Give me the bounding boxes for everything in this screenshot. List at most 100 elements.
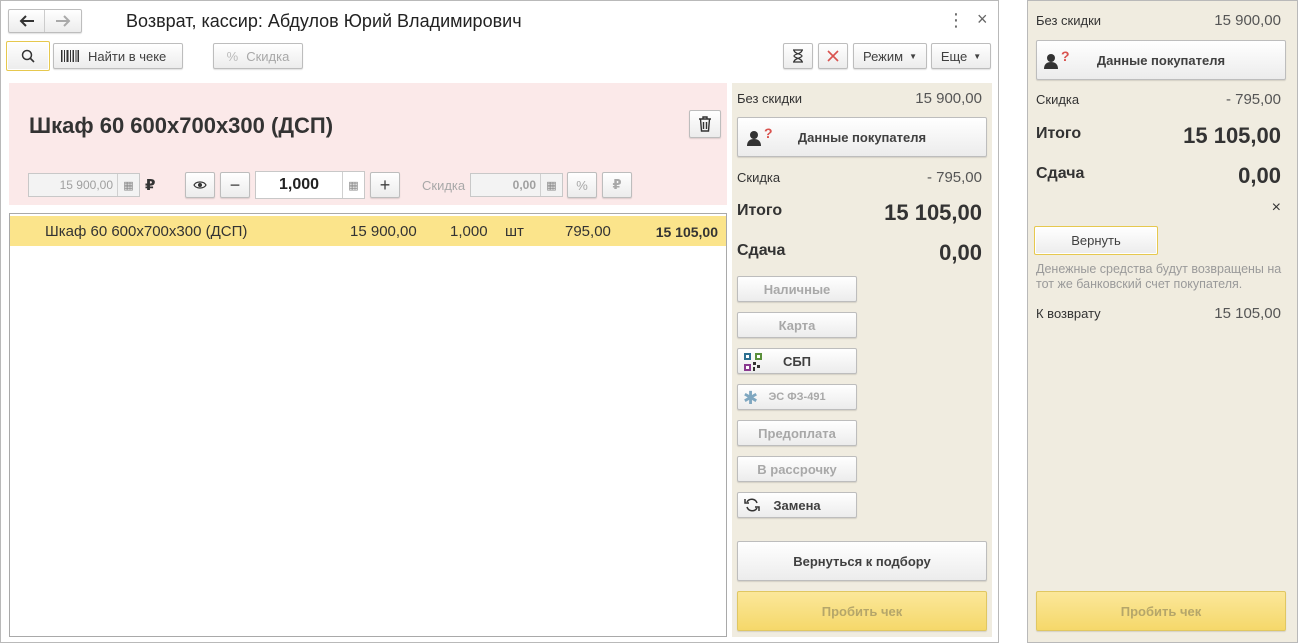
find-in-receipt-label: Найти в чеке	[88, 48, 167, 64]
no-discount-label: Без скидки	[737, 91, 803, 106]
search-button[interactable]	[6, 41, 50, 71]
ruble-icon: ₽	[612, 177, 622, 192]
es-fz-label: ЭС ФЗ-491	[768, 391, 826, 403]
installment-label: В рассрочку	[757, 461, 837, 477]
barcode-icon	[61, 50, 79, 62]
prepayment-button[interactable]: Предоплата	[737, 420, 857, 446]
svg-text:?: ?	[764, 127, 773, 141]
items-table: Шкаф 60 600x700x300 (ДСП) 15 900,00 1,00…	[9, 213, 727, 637]
main-window: Возврат, кассир: Абдулов Юрий Владимиров…	[0, 0, 999, 643]
installment-button[interactable]: В рассрочку	[737, 456, 857, 482]
view-button[interactable]	[185, 172, 215, 198]
return-button[interactable]: Вернуть	[1034, 226, 1158, 255]
ruble-discount-button[interactable]: ₽	[602, 172, 632, 198]
discount-total-value: - 795,00	[926, 169, 982, 186]
quantity-field[interactable]: 1,000 ▦	[255, 171, 365, 199]
close-icon[interactable]: ×	[1272, 199, 1281, 217]
arrow-right-icon	[56, 15, 71, 27]
hourglass-button[interactable]	[783, 43, 813, 69]
row-item-name: Шкаф 60 600x700x300 (ДСП)	[45, 223, 248, 240]
more-vertical-icon[interactable]: ⋮	[947, 10, 965, 31]
card-label: Карта	[778, 317, 816, 333]
user-question-icon: ?	[1043, 50, 1071, 70]
card-button[interactable]: Карта	[737, 312, 857, 338]
side-total-value: 15 105,00	[1183, 123, 1281, 148]
discount-field[interactable]: 0,00 ▦	[470, 173, 563, 197]
side-total-label: Итого	[1036, 125, 1082, 142]
side-discount-label: Скидка	[1036, 92, 1080, 107]
mode-dropdown[interactable]: Режим ▼	[853, 43, 927, 69]
back-button[interactable]	[9, 10, 45, 32]
cash-button[interactable]: Наличные	[737, 276, 857, 302]
customer-data-button[interactable]: ? Данные покупателя	[737, 117, 987, 157]
chevron-down-icon: ▼	[909, 51, 917, 61]
return-note: Денежные средства будут возвращены на то…	[1036, 262, 1282, 291]
side-print-receipt-label: Пробить чек	[1120, 603, 1202, 619]
find-in-receipt-button[interactable]: Найти в чеке	[53, 43, 183, 69]
row-item-price: 15 900,00	[350, 223, 417, 240]
calculator-icon[interactable]: ▦	[540, 174, 562, 196]
print-receipt-label: Пробить чек	[821, 603, 903, 619]
side-customer-data-button[interactable]: ? Данные покупателя	[1036, 40, 1286, 80]
close-icon[interactable]: ×	[977, 9, 988, 30]
side-print-receipt-button[interactable]: Пробить чек	[1036, 591, 1286, 631]
more-label: Еще	[940, 48, 968, 64]
customer-data-label: Данные покупателя	[797, 129, 927, 145]
es-fz-button[interactable]: ✱ ЭС ФЗ-491	[737, 384, 857, 410]
row-item-total: 15 105,00	[655, 224, 718, 240]
delete-button[interactable]	[689, 110, 721, 138]
side-discount-value: - 795,00	[1225, 91, 1281, 108]
print-receipt-button[interactable]: Пробить чек	[737, 591, 987, 631]
discount-value: 0,00	[512, 178, 536, 192]
calculator-icon[interactable]: ▦	[342, 172, 364, 198]
back-to-selection-label: Вернуться к подбору	[793, 553, 931, 569]
no-discount-value: 15 900,00	[915, 90, 982, 107]
return-side-panel: Без скидки 15 900,00 ? Данные покупателя…	[1027, 0, 1298, 643]
discount-label: Скидка	[422, 178, 466, 193]
change-value: 0,00	[939, 240, 982, 265]
mode-label: Режим	[862, 48, 904, 64]
sbp-button[interactable]: СБП	[737, 348, 857, 374]
side-no-discount-label: Без скидки	[1036, 13, 1102, 28]
back-to-selection-button[interactable]: Вернуться к подбору	[737, 541, 987, 581]
table-row[interactable]: Шкаф 60 600x700x300 (ДСП) 15 900,00 1,00…	[10, 216, 726, 246]
calculator-icon[interactable]: ▦	[117, 174, 139, 196]
to-return-value: 15 105,00	[1214, 305, 1281, 322]
discount-button-label: Скидка	[246, 48, 290, 64]
side-customer-data-label: Данные покупателя	[1096, 52, 1226, 68]
sbp-label: СБП	[782, 353, 812, 369]
replace-button[interactable]: Замена	[737, 492, 857, 518]
product-card: Шкаф 60 600x700x300 (ДСП) 15 900,00 ▦ ₽ …	[9, 83, 727, 205]
total-label: Итого	[737, 202, 783, 219]
cash-label: Наличные	[763, 281, 831, 297]
side-change-label: Сдача	[1036, 165, 1085, 182]
change-label: Сдача	[737, 242, 786, 259]
nav-group	[8, 9, 82, 33]
replace-label: Замена	[773, 497, 821, 513]
snowflake-icon: ✱	[743, 388, 759, 408]
return-label: Вернуть	[1071, 233, 1121, 248]
cancel-button[interactable]	[818, 43, 848, 69]
forward-button[interactable]	[45, 10, 81, 32]
hourglass-icon	[793, 49, 803, 63]
currency-symbol: ₽	[145, 177, 156, 194]
side-change-value: 0,00	[1238, 163, 1281, 188]
product-name: Шкаф 60 600x700x300 (ДСП)	[29, 113, 334, 138]
qr-code-icon	[744, 353, 762, 371]
percent-icon: %	[226, 48, 239, 64]
price-field[interactable]: 15 900,00 ▦	[28, 173, 140, 197]
row-item-unit: шт	[505, 223, 524, 240]
side-no-discount-value: 15 900,00	[1214, 12, 1281, 29]
discount-total-label: Скидка	[737, 170, 781, 185]
window-title: Возврат, кассир: Абдулов Юрий Владимиров…	[126, 11, 522, 31]
increase-quantity-button[interactable]: +	[370, 172, 400, 198]
more-dropdown[interactable]: Еще ▼	[931, 43, 991, 69]
eye-icon	[193, 181, 207, 189]
percent-icon: %	[576, 177, 588, 193]
to-return-label: К возврату	[1036, 306, 1101, 321]
price-value: 15 900,00	[59, 178, 113, 192]
percent-discount-button[interactable]: %	[567, 172, 597, 198]
row-item-discount: 795,00	[565, 223, 611, 240]
decrease-quantity-button[interactable]: −	[220, 172, 250, 198]
discount-button[interactable]: % Скидка	[213, 43, 303, 69]
